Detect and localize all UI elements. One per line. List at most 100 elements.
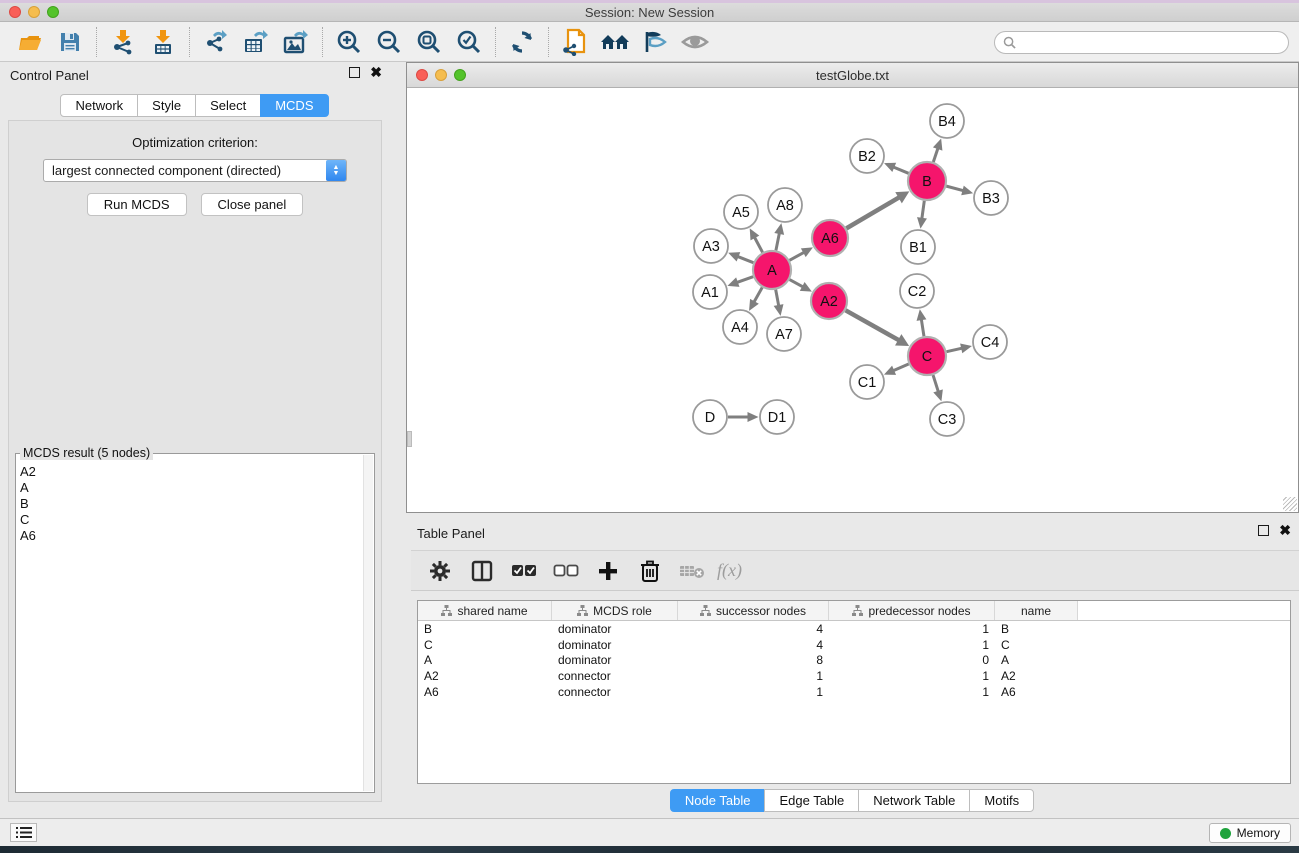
canvas-scroll-nub[interactable] bbox=[407, 431, 412, 447]
tab-style[interactable]: Style bbox=[137, 94, 196, 117]
column-header[interactable]: name bbox=[995, 601, 1078, 620]
edge[interactable] bbox=[790, 280, 804, 288]
table-header-row[interactable]: shared nameMCDS rolesuccessor nodesprede… bbox=[418, 601, 1290, 621]
column-selector-button[interactable] bbox=[465, 556, 499, 586]
close-panel-icon[interactable]: ✖ bbox=[370, 67, 382, 78]
node-A1[interactable]: A1 bbox=[693, 275, 727, 309]
node-D[interactable]: D bbox=[693, 400, 727, 434]
column-header[interactable]: predecessor nodes bbox=[829, 601, 995, 620]
zoom-out-button[interactable] bbox=[369, 26, 409, 58]
table-row[interactable]: A6connector11A6 bbox=[418, 684, 1290, 700]
edge[interactable] bbox=[892, 364, 908, 371]
edge[interactable] bbox=[846, 197, 900, 229]
edge[interactable] bbox=[922, 201, 925, 220]
node-A5[interactable]: A5 bbox=[724, 195, 758, 229]
birds-eye-view-button[interactable] bbox=[635, 26, 675, 58]
edge[interactable] bbox=[846, 310, 900, 341]
refresh-layout-button[interactable] bbox=[502, 26, 542, 58]
tab-network[interactable]: Network bbox=[60, 94, 138, 117]
select-all-button[interactable] bbox=[507, 556, 541, 586]
edge[interactable] bbox=[921, 318, 924, 336]
export-image-button[interactable] bbox=[276, 26, 316, 58]
edge[interactable] bbox=[790, 252, 806, 261]
tab-select[interactable]: Select bbox=[195, 94, 261, 117]
clone-network-button[interactable] bbox=[555, 26, 595, 58]
node-table[interactable]: shared nameMCDS rolesuccessor nodesprede… bbox=[417, 600, 1291, 784]
deselect-all-button[interactable] bbox=[549, 556, 583, 586]
node-B3[interactable]: B3 bbox=[974, 181, 1008, 215]
memory-button[interactable]: Memory bbox=[1209, 823, 1291, 843]
node-A6[interactable]: A6 bbox=[812, 220, 848, 256]
function-builder-icon[interactable]: f(x) bbox=[717, 560, 742, 581]
result-scrollbar[interactable] bbox=[363, 455, 373, 791]
export-table-button[interactable] bbox=[236, 26, 276, 58]
edge[interactable] bbox=[946, 186, 964, 191]
mcds-result-item[interactable]: C bbox=[20, 512, 362, 528]
table-options-gear-button[interactable] bbox=[423, 556, 457, 586]
network-canvas[interactable]: AA1A2A3A4A5A6A7A8BB1B2B3B4CC1C2C3C4DD1 bbox=[407, 88, 1298, 512]
node-A2[interactable]: A2 bbox=[811, 283, 847, 319]
node-A[interactable]: A bbox=[753, 251, 791, 289]
import-table-button[interactable] bbox=[143, 26, 183, 58]
table-body[interactable]: Bdominator41BCdominator41CAdominator80AA… bbox=[418, 621, 1290, 700]
edge[interactable] bbox=[737, 256, 754, 263]
node-A3[interactable]: A3 bbox=[694, 229, 728, 263]
edge[interactable] bbox=[736, 277, 753, 283]
tab-motifs[interactable]: Motifs bbox=[969, 789, 1034, 812]
tab-node-table[interactable]: Node Table bbox=[670, 789, 766, 812]
node-B1[interactable]: B1 bbox=[901, 230, 935, 264]
save-session-button[interactable] bbox=[50, 26, 90, 58]
search-field[interactable] bbox=[994, 31, 1289, 54]
edge[interactable] bbox=[933, 375, 939, 393]
tab-edge-table[interactable]: Edge Table bbox=[764, 789, 859, 812]
home-button[interactable] bbox=[595, 26, 635, 58]
export-network-button[interactable] bbox=[196, 26, 236, 58]
mcds-result-item[interactable]: A2 bbox=[20, 464, 362, 480]
node-D1[interactable]: D1 bbox=[760, 400, 794, 434]
import-network-button[interactable] bbox=[103, 26, 143, 58]
mcds-result-list[interactable]: A2ABCA6 bbox=[20, 464, 362, 790]
column-header[interactable]: successor nodes bbox=[678, 601, 829, 620]
float-panel-icon[interactable] bbox=[349, 67, 360, 78]
table-row[interactable]: Adominator80A bbox=[418, 653, 1290, 669]
open-file-button[interactable] bbox=[10, 26, 50, 58]
tab-network-table[interactable]: Network Table bbox=[858, 789, 970, 812]
edge[interactable] bbox=[776, 290, 779, 307]
network-graph[interactable]: AA1A2A3A4A5A6A7A8BB1B2B3B4CC1C2C3C4DD1 bbox=[407, 88, 1298, 512]
float-table-panel-icon[interactable] bbox=[1258, 525, 1269, 536]
node-C1[interactable]: C1 bbox=[850, 365, 884, 399]
criterion-dropdown[interactable]: largest connected component (directed) ▲… bbox=[43, 159, 347, 182]
table-row[interactable]: Bdominator41B bbox=[418, 621, 1290, 637]
node-C4[interactable]: C4 bbox=[973, 325, 1007, 359]
mcds-result-item[interactable]: B bbox=[20, 496, 362, 512]
zoom-in-button[interactable] bbox=[329, 26, 369, 58]
search-input[interactable] bbox=[1021, 35, 1288, 50]
node-C2[interactable]: C2 bbox=[900, 274, 934, 308]
node-B[interactable]: B bbox=[908, 162, 946, 200]
zoom-selected-button[interactable] bbox=[449, 26, 489, 58]
window-resize-grip[interactable] bbox=[1283, 497, 1297, 511]
edge[interactable] bbox=[753, 287, 762, 303]
node-A8[interactable]: A8 bbox=[768, 188, 802, 222]
add-column-button[interactable] bbox=[591, 556, 625, 586]
edge[interactable] bbox=[776, 232, 780, 250]
edge[interactable] bbox=[947, 348, 964, 352]
tab-mcds[interactable]: MCDS bbox=[260, 94, 328, 117]
edge[interactable] bbox=[933, 147, 938, 162]
node-B2[interactable]: B2 bbox=[850, 139, 884, 173]
column-header[interactable]: shared name bbox=[418, 601, 552, 620]
close-table-panel-icon[interactable]: ✖ bbox=[1279, 525, 1291, 536]
node-B4[interactable]: B4 bbox=[930, 104, 964, 138]
show-hide-panel-button[interactable] bbox=[675, 26, 715, 58]
delete-column-button[interactable] bbox=[633, 556, 667, 586]
node-C[interactable]: C bbox=[908, 337, 946, 375]
zoom-fit-button[interactable] bbox=[409, 26, 449, 58]
mcds-result-item[interactable]: A6 bbox=[20, 528, 362, 544]
mcds-result-item[interactable]: A bbox=[20, 480, 362, 496]
table-row[interactable]: A2connector11A2 bbox=[418, 668, 1290, 684]
delete-table-button[interactable] bbox=[675, 556, 709, 586]
network-titlebar[interactable]: testGlobe.txt bbox=[407, 63, 1298, 88]
node-A4[interactable]: A4 bbox=[723, 310, 757, 344]
close-panel-button[interactable]: Close panel bbox=[201, 193, 304, 216]
node-A7[interactable]: A7 bbox=[767, 317, 801, 351]
